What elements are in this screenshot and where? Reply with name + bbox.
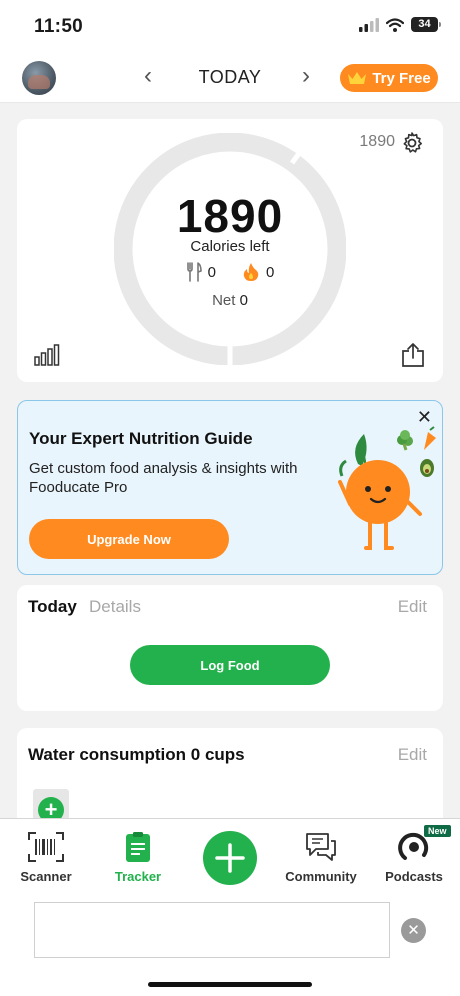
tab-tracker[interactable]: Tracker — [93, 831, 183, 884]
clipboard-icon — [126, 832, 150, 862]
edit-water-link[interactable]: Edit — [398, 745, 427, 765]
tab-tracker-label: Tracker — [114, 869, 162, 884]
net-label: Net — [212, 292, 236, 309]
page-title: TODAY — [198, 67, 262, 87]
promo-text: Get custom food analysis & insights with… — [29, 460, 298, 496]
calorie-budget: 1890 — [359, 133, 395, 150]
status-time: 11:50 — [34, 16, 84, 37]
orange-mascot-illustration — [338, 426, 436, 550]
bottom-tab-bar: Scanner Tracker Community Podcasts New — [0, 818, 460, 900]
log-food-button[interactable]: Log Food — [130, 645, 330, 685]
pro-promo-banner: Your Expert Nutrition Guide Get custom f… — [17, 400, 443, 575]
new-badge: New — [424, 825, 451, 837]
gear-icon[interactable] — [400, 131, 424, 155]
flame-icon — [243, 263, 259, 281]
food-calories: 0 — [207, 263, 216, 281]
chevron-left-icon[interactable]: ‹ — [144, 63, 152, 89]
ad-banner-area: ✕ — [0, 900, 460, 996]
barcode-icon — [28, 832, 64, 862]
chevron-right-icon[interactable]: › — [302, 63, 310, 89]
tab-scanner-label: Scanner — [20, 869, 72, 884]
tab-podcasts-label: Podcasts — [385, 869, 443, 884]
today-log-card: Today Details Edit Log Food — [17, 585, 443, 711]
fork-knife-icon — [186, 262, 202, 282]
promo-title: Your Expert Nutrition Guide — [29, 429, 253, 448]
close-ad-icon[interactable]: ✕ — [401, 918, 426, 943]
exercise-calories: 0 — [266, 263, 275, 281]
wifi-icon — [386, 17, 404, 32]
edit-today-link[interactable]: Edit — [398, 597, 427, 617]
top-nav-bar: ‹ TODAY › Try Free — [0, 52, 460, 103]
home-indicator — [148, 982, 312, 987]
net-calories: Net 0 — [17, 292, 443, 309]
tab-podcasts[interactable]: Podcasts — [369, 831, 459, 884]
avatar[interactable] — [22, 61, 56, 95]
calories-left-label: Calories left — [190, 238, 270, 255]
battery-indicator: 34 — [411, 17, 441, 32]
close-icon[interactable]: ✕ — [417, 408, 432, 426]
tab-scanner[interactable]: Scanner — [1, 831, 91, 884]
water-title: Water consumption 0 cups — [28, 745, 245, 764]
details-link[interactable]: Details — [89, 597, 141, 617]
bar-chart-icon[interactable] — [34, 344, 60, 366]
crown-icon — [348, 72, 367, 84]
try-free-button[interactable]: Try Free — [340, 64, 438, 92]
calories-card: 1890 1890 Calories left 0 0 Net 0 — [17, 119, 443, 382]
today-title: Today — [28, 597, 77, 616]
net-value: 0 — [239, 292, 248, 309]
cellular-signal-icon — [359, 17, 379, 32]
chat-icon — [306, 833, 336, 861]
add-entry-button[interactable] — [203, 831, 257, 885]
status-bar: 11:50 34 — [0, 0, 460, 52]
try-free-label: Try Free — [372, 69, 431, 87]
status-icons: 34 — [359, 17, 441, 32]
tab-community-label: Community — [285, 869, 357, 884]
calorie-breakdown: 0 0 — [17, 262, 443, 282]
upgrade-now-button[interactable]: Upgrade Now — [29, 519, 229, 559]
ad-placeholder[interactable] — [34, 902, 390, 958]
tab-community[interactable]: Community — [276, 831, 366, 884]
plus-icon — [215, 843, 245, 873]
share-icon[interactable] — [401, 342, 425, 368]
calories-remaining: 1890 — [176, 190, 284, 242]
